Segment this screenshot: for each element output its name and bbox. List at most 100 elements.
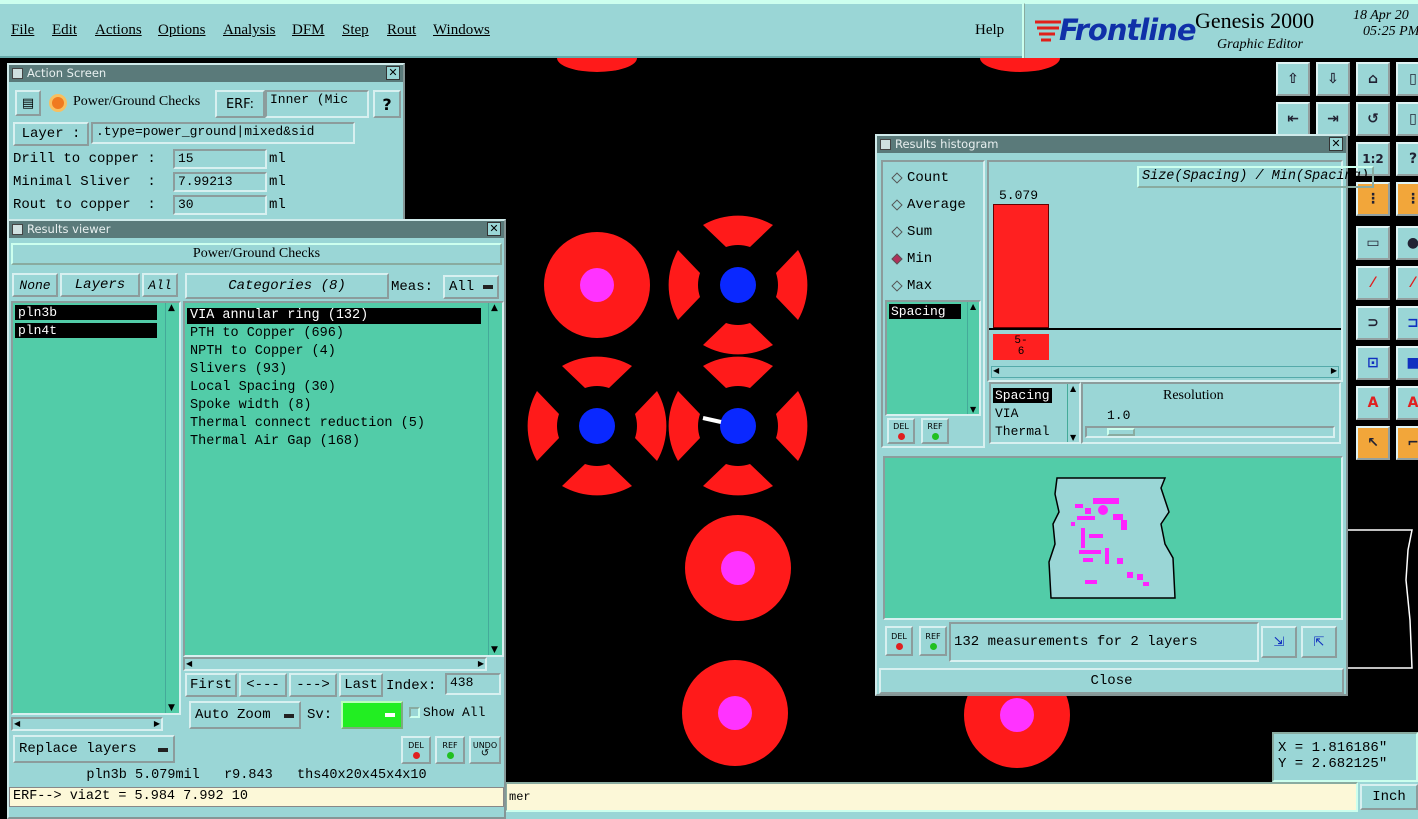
tool-snap-button[interactable]: ⊐ — [1396, 306, 1418, 340]
scroll-left-icon[interactable]: ◀ — [993, 366, 999, 375]
tool-save-button[interactable]: ⇧ — [1276, 62, 1310, 96]
menu-actions[interactable]: Actions — [95, 22, 142, 39]
scroll-down-icon[interactable]: ▼ — [491, 645, 498, 655]
prev-button[interactable]: <--- — [239, 673, 287, 697]
scroll-down-icon[interactable]: ▼ — [970, 405, 976, 414]
hist-ref-small-button[interactable]: REF — [921, 418, 949, 444]
ref-button[interactable]: REF — [435, 736, 465, 764]
layer-button[interactable]: Layer : — [13, 122, 89, 146]
del-button[interactable]: DEL — [401, 736, 431, 764]
tool-fill-button[interactable]: ■ — [1396, 346, 1418, 380]
tool-home-button[interactable]: ⌂ — [1356, 62, 1390, 96]
tool-loop-button[interactable]: ↺ — [1356, 102, 1390, 136]
category-item[interactable]: Spoke width (8) — [190, 398, 312, 413]
radio-average[interactable]: Average — [891, 197, 966, 213]
category-item[interactable]: Local Spacing (30) — [190, 380, 336, 395]
close-icon[interactable]: ✕ — [487, 222, 501, 236]
layer-item[interactable]: pln4t — [15, 323, 157, 338]
type-item[interactable]: Spacing — [993, 388, 1052, 403]
categories-scrollbar[interactable]: ▲ ▼ — [488, 303, 501, 655]
measure-scrollbar[interactable]: ▲ ▼ — [967, 302, 979, 414]
radio-sum[interactable]: Sum — [891, 224, 932, 240]
board-map[interactable] — [883, 456, 1343, 620]
hist-ref-button[interactable]: REF — [919, 626, 947, 656]
results-viewer-titlebar[interactable]: Results viewer ✕ — [9, 221, 504, 238]
radio-min[interactable]: Min — [891, 251, 932, 267]
scroll-right-icon[interactable]: ▶ — [154, 719, 160, 728]
menu-help[interactable]: Help — [975, 22, 1004, 39]
scroll-left-icon[interactable]: ◀ — [186, 659, 192, 668]
chart-hscrollbar[interactable]: ◀ ▶ — [991, 366, 1339, 378]
measure-list[interactable]: Spacing ▲ ▼ — [885, 300, 981, 416]
menu-analysis[interactable]: Analysis — [223, 22, 276, 39]
next-button[interactable]: ---> — [289, 673, 337, 697]
param-rout-input[interactable]: 30 — [173, 195, 267, 215]
close-icon[interactable]: ✕ — [386, 66, 400, 80]
menu-rout[interactable]: Rout — [387, 22, 416, 39]
window-menu-icon[interactable] — [12, 68, 23, 79]
category-item[interactable]: Thermal Air Gap (168) — [190, 434, 360, 449]
tool-arc-button[interactable]: ⊃ — [1356, 306, 1390, 340]
scroll-up-icon[interactable]: ▲ — [491, 303, 498, 313]
category-item[interactable]: NPTH to Copper (4) — [190, 344, 336, 359]
tool-dim2-button[interactable]: A — [1396, 386, 1418, 420]
layer-item[interactable]: pln3b — [15, 305, 157, 320]
resolution-slider[interactable] — [1085, 426, 1335, 438]
close-icon[interactable]: ✕ — [1329, 137, 1343, 151]
scroll-down-icon[interactable]: ▼ — [168, 703, 175, 713]
none-button[interactable]: None — [12, 273, 58, 297]
param-drill-input[interactable]: 15 — [173, 149, 267, 169]
menu-edit[interactable]: Edit — [52, 22, 77, 39]
meas-dropdown[interactable]: All — [443, 275, 499, 299]
tool-misc2-button[interactable]: ▯ — [1396, 102, 1418, 136]
hist-close-button[interactable]: Close — [879, 668, 1344, 694]
menu-options[interactable]: Options — [158, 22, 206, 39]
zoom-from-button[interactable]: ⇱ — [1301, 626, 1337, 658]
tool-misc-button[interactable]: ▯ — [1396, 62, 1418, 96]
scroll-up-icon[interactable]: ▲ — [1070, 384, 1076, 393]
histogram-bar[interactable] — [993, 204, 1049, 328]
tool-shape-button[interactable]: ● — [1396, 226, 1418, 260]
layers-list[interactable]: pln3b pln4t ▲ ▼ — [11, 301, 181, 715]
type-item[interactable]: Thermal — [995, 424, 1050, 439]
scroll-right-icon[interactable]: ▶ — [478, 659, 484, 668]
tool-select-button[interactable]: ↖ — [1356, 426, 1390, 460]
types-list[interactable]: Spacing VIA Thermal ▲ ▼ — [989, 382, 1081, 444]
menu-dfm[interactable]: DFM — [292, 22, 325, 39]
undo-button[interactable]: UNDO ↺ — [469, 736, 501, 764]
layers-hscrollbar[interactable]: ◀ ▶ — [11, 717, 163, 731]
hist-del-small-button[interactable]: DEL — [887, 418, 915, 444]
menu-file[interactable]: File — [11, 22, 34, 39]
scroll-left-icon[interactable]: ◀ — [14, 719, 20, 728]
scroll-down-icon[interactable]: ▼ — [1070, 433, 1076, 442]
tool-ruler-button[interactable]: ▭ — [1356, 226, 1390, 260]
tool-forward-button[interactable]: ⇥ — [1316, 102, 1350, 136]
scroll-up-icon[interactable]: ▲ — [168, 303, 175, 313]
category-item[interactable]: PTH to Copper (696) — [190, 326, 344, 341]
categories-hscrollbar[interactable]: ◀ ▶ — [183, 657, 487, 671]
radio-max[interactable]: Max — [891, 278, 932, 294]
measure-item[interactable]: Spacing — [889, 304, 961, 319]
help-button[interactable]: ? — [373, 90, 401, 118]
bin-label[interactable]: 5- 6 — [993, 334, 1049, 360]
tool-query-button[interactable]: ? — [1396, 142, 1418, 176]
erf-button[interactable]: ERF: — [215, 90, 265, 118]
tool-open-button[interactable]: ⇩ — [1316, 62, 1350, 96]
categories-list[interactable]: VIA annular ring (132) PTH to Copper (69… — [183, 301, 504, 657]
tool-step-button[interactable]: ⌐ — [1396, 426, 1418, 460]
category-item[interactable]: Thermal connect reduction (5) — [190, 416, 425, 431]
histogram-titlebar[interactable]: Results histogram ✕ — [877, 136, 1346, 153]
type-item[interactable]: VIA — [995, 406, 1018, 421]
category-item[interactable]: Slivers (93) — [190, 362, 287, 377]
show-all-checkbox[interactable] — [409, 707, 420, 718]
first-button[interactable]: First — [185, 673, 237, 697]
zoom-to-button[interactable]: ⇲ — [1261, 626, 1297, 658]
window-menu-icon[interactable] — [880, 139, 891, 150]
category-item[interactable]: VIA annular ring (132) — [187, 308, 481, 324]
all-layers-button[interactable]: All — [142, 273, 178, 297]
tool-dim-button[interactable]: A — [1356, 386, 1390, 420]
auto-zoom-dropdown[interactable]: Auto Zoom — [189, 701, 301, 729]
sv-color-dropdown[interactable] — [341, 701, 403, 729]
menu-step[interactable]: Step — [342, 22, 369, 39]
erf-field[interactable]: Inner (Mic — [265, 90, 369, 118]
